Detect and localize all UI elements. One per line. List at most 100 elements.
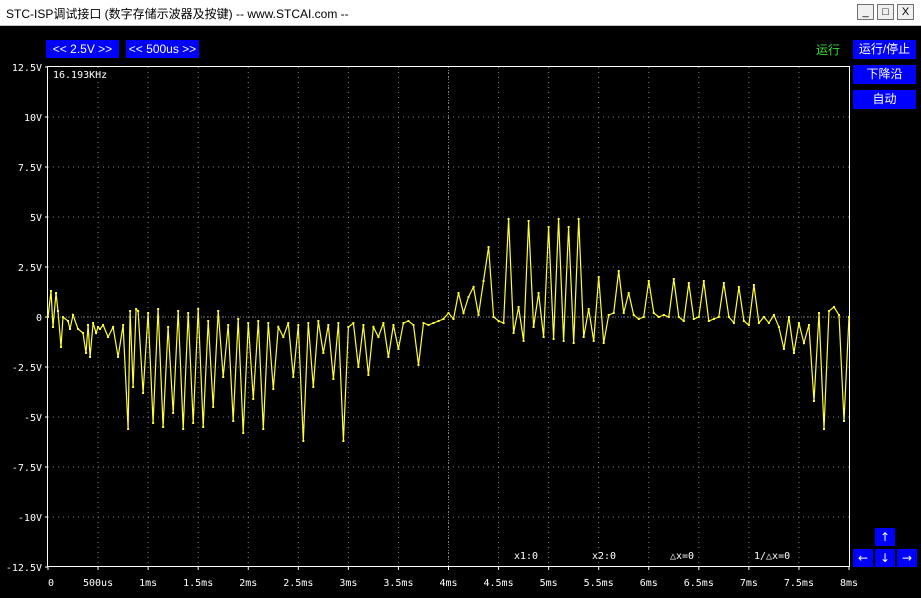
sample-point (617, 270, 620, 272)
sample-point (612, 312, 615, 314)
sample-point (762, 316, 765, 318)
sample-point (822, 428, 825, 430)
sample-point (572, 342, 575, 344)
y-tick-label: 0 (36, 313, 42, 324)
arrow-right-button[interactable]: → (897, 549, 917, 567)
sample-point (302, 440, 305, 442)
sample-point (727, 316, 730, 318)
sample-point (382, 322, 385, 324)
inverse-delta-x-readout: 1/△x=0 (754, 551, 791, 562)
arrow-up-button[interactable]: ↑ (875, 528, 895, 546)
sample-point (427, 324, 430, 326)
arrow-left-button[interactable]: ← (853, 549, 873, 567)
sample-point (717, 316, 720, 318)
sample-point (802, 342, 805, 344)
x-tick-label: 500us (83, 578, 113, 589)
sample-point (667, 316, 670, 318)
sample-point (387, 356, 390, 358)
y-tick-label: 2.5V (18, 263, 42, 274)
sample-point (737, 286, 740, 288)
x-tick-label: 4.5ms (484, 578, 514, 589)
y-tick-label: -10V (18, 513, 42, 524)
sample-point (417, 364, 420, 366)
cursor-x2-readout: x2:0 (592, 551, 617, 562)
sample-point (677, 316, 680, 318)
sample-point (137, 310, 140, 312)
sample-point (127, 428, 130, 430)
sample-point (97, 326, 100, 328)
sample-point (557, 218, 560, 220)
sample-point (542, 336, 545, 338)
sample-point (682, 320, 685, 322)
sample-point (807, 324, 810, 326)
sample-point (282, 336, 285, 338)
sample-point (172, 412, 175, 414)
oscilloscope-plot[interactable]: 12.5V 10V 7.5V 5V 2.5V 0 -2.5V -5V -7.5V -10V -12.… (0, 0, 921, 598)
frequency-readout: 16.193KHz (53, 70, 108, 81)
sample-point (92, 322, 95, 324)
sample-point (452, 318, 455, 320)
sample-point (262, 428, 265, 430)
sample-point (77, 328, 80, 330)
y-tick-labels: 12.5V 10V 7.5V 5V 2.5V 0 -2.5V -5V -7.5V -10V -12.… (6, 63, 48, 574)
y-tick-label: -2.5V (12, 363, 42, 374)
sample-point (372, 326, 375, 328)
sample-point (367, 374, 370, 376)
sample-point (547, 226, 550, 228)
sample-point (99, 328, 102, 330)
sample-point (312, 386, 315, 388)
sample-point (107, 336, 110, 338)
sample-point (212, 406, 215, 408)
sample-point (437, 320, 440, 322)
sample-point (62, 316, 65, 318)
sample-point (772, 314, 775, 316)
y-tick-label: -5V (24, 413, 42, 424)
sample-point (95, 332, 98, 334)
sample-point (182, 428, 185, 430)
x-tick-label: 2ms (239, 578, 257, 589)
sample-point (232, 420, 235, 422)
sample-point (812, 400, 815, 402)
sample-point (87, 324, 90, 326)
sample-point (347, 326, 350, 328)
sample-point (167, 326, 170, 328)
x-tick-label: 5.5ms (584, 578, 614, 589)
sample-point (82, 332, 85, 334)
sample-point (497, 320, 500, 322)
sample-point (632, 314, 635, 316)
sample-point (157, 308, 160, 310)
sample-point (687, 282, 690, 284)
sample-point (147, 312, 150, 314)
sample-point (507, 218, 510, 220)
sample-point (57, 310, 60, 312)
x-tick-label: 1ms (139, 578, 157, 589)
sample-point (562, 340, 565, 342)
sample-point (392, 324, 395, 326)
sample-point (52, 326, 55, 328)
sample-point (722, 282, 725, 284)
sample-point (337, 322, 340, 324)
sample-point (362, 324, 365, 326)
sample-point (352, 322, 355, 324)
sample-point (237, 318, 240, 320)
sample-point (652, 312, 655, 314)
sample-point (102, 324, 105, 326)
sample-point (322, 352, 325, 354)
arrow-down-button[interactable]: ↓ (875, 549, 895, 567)
x-tick-label: 7ms (740, 578, 758, 589)
sample-point (317, 320, 320, 322)
y-tick-label: 10V (24, 113, 42, 124)
sample-point (67, 320, 70, 322)
sample-point (297, 324, 300, 326)
sample-point (592, 340, 595, 342)
sample-point (517, 306, 520, 308)
sample-point (222, 376, 225, 378)
sample-point (792, 352, 795, 354)
sample-point (707, 320, 710, 322)
sample-point (85, 352, 88, 354)
x-tick-label: 6ms (640, 578, 658, 589)
trace-layer (47, 218, 850, 442)
sample-point (837, 314, 840, 316)
sample-point (607, 314, 610, 316)
sample-point (407, 320, 410, 322)
